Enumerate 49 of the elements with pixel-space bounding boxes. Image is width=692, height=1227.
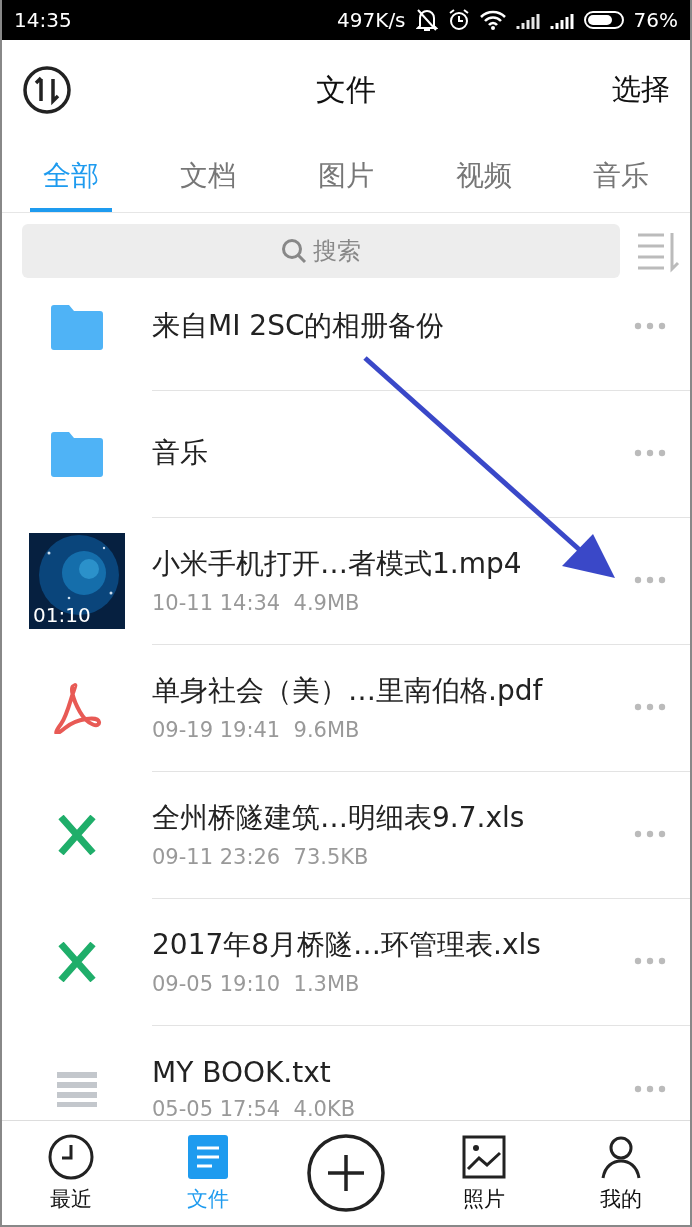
category-tab[interactable]: 视频 xyxy=(414,140,553,212)
file-name[interactable]: 音乐 xyxy=(152,434,634,472)
nav-tab[interactable]: 最近 xyxy=(2,1133,140,1213)
sort-icon[interactable] xyxy=(22,65,72,115)
nav-tab[interactable]: 我的 xyxy=(552,1133,690,1213)
file-details: 05-05 17:54 4.0KB xyxy=(152,1097,357,1120)
file-details: 09-05 19:10 1.3MB xyxy=(152,972,361,996)
battery-percent: 76% xyxy=(633,8,678,32)
network-speed: 497K/s xyxy=(337,8,406,32)
file-name[interactable]: 来自MI 2SC的相册备份 xyxy=(152,307,634,345)
category-tab[interactable]: 文档 xyxy=(139,140,278,212)
folder-icon xyxy=(51,430,103,477)
category-tab[interactable]: 图片 xyxy=(277,140,415,212)
nav-tab[interactable]: 照片 xyxy=(414,1133,553,1213)
more-icon[interactable] xyxy=(634,322,666,330)
more-icon[interactable] xyxy=(634,1084,666,1093)
select-button[interactable]: 选择 xyxy=(612,70,670,110)
file-name[interactable]: 小米手机打开…者模式1.mp4 xyxy=(152,545,634,583)
page-title: 文件 xyxy=(316,71,376,107)
spreadsheet-icon xyxy=(57,814,97,855)
category-tab[interactable]: 音乐 xyxy=(552,140,690,212)
document-icon xyxy=(186,1133,231,1181)
file-name[interactable]: 单身社会（美）…里南伯格.pdf xyxy=(152,672,634,710)
pdf-icon xyxy=(52,681,102,734)
video-duration: 01:10 xyxy=(33,602,91,627)
signal-icon xyxy=(515,11,540,29)
file-name[interactable]: MY BOOK.txt xyxy=(152,1056,634,1089)
more-icon[interactable] xyxy=(634,703,666,711)
signal-icon xyxy=(549,11,574,29)
clock-icon xyxy=(46,1133,95,1181)
spreadsheet-icon xyxy=(57,941,97,982)
bell-off-icon xyxy=(415,8,438,32)
image-icon xyxy=(461,1133,506,1181)
more-icon[interactable] xyxy=(634,957,666,965)
file-name[interactable]: 全州桥隧建筑…明细表9.7.xls xyxy=(152,799,634,837)
more-icon[interactable] xyxy=(634,449,666,457)
file-name[interactable]: 2017年8月桥隧…环管理表.xls xyxy=(152,926,634,964)
search-icon xyxy=(281,238,307,264)
text-file-icon xyxy=(57,1070,97,1107)
battery-icon xyxy=(583,11,624,29)
alarm-icon xyxy=(447,8,470,32)
more-icon[interactable] xyxy=(634,576,666,584)
file-details: 09-11 23:26 73.5KB xyxy=(152,845,370,869)
wifi-icon xyxy=(479,10,506,30)
more-icon[interactable] xyxy=(634,830,666,838)
file-details: 09-19 19:41 9.6MB xyxy=(152,718,361,742)
file-details: 10-11 14:34 4.9MB xyxy=(152,591,361,615)
folder-icon xyxy=(51,303,103,350)
status-time: 14:35 xyxy=(14,8,72,32)
